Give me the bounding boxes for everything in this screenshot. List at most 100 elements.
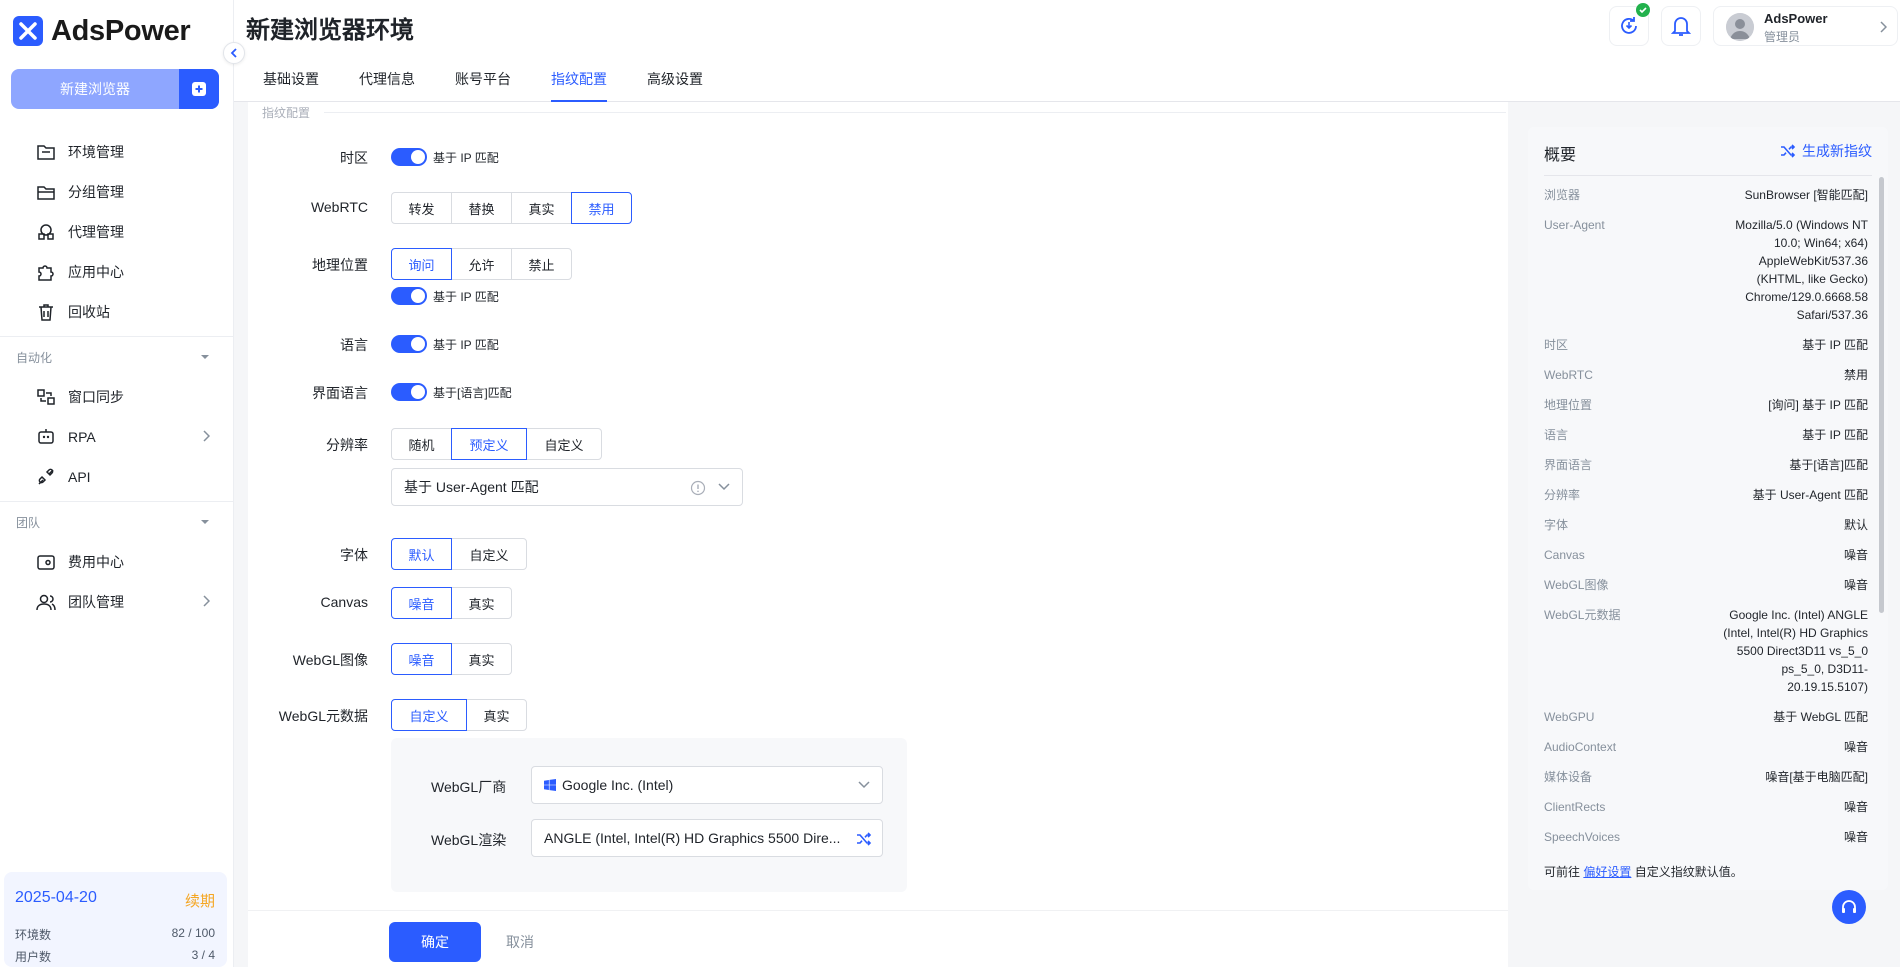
new-browser-label: 新建浏览器 [60, 81, 130, 97]
info-icon [690, 480, 706, 496]
resolution-option-predefined[interactable]: 预定义 [451, 428, 527, 460]
tab-advanced-settings[interactable]: 高级设置 [647, 69, 703, 102]
tab-bar: 基础设置 代理信息 账号平台 指纹配置 高级设置 [234, 56, 1900, 102]
font-label: 字体 [340, 547, 368, 563]
puzzle-icon [38, 265, 54, 281]
language-toggle[interactable] [391, 335, 427, 353]
webgl-renderer-value: ANGLE (Intel, Intel(R) HD Graphics 5500 … [544, 830, 841, 846]
summary-key: WebGL图像 [1544, 578, 1609, 592]
canvas-option-noise[interactable]: 噪音 [391, 587, 452, 619]
geo-option-block[interactable]: 禁止 [511, 248, 572, 280]
generate-fingerprint-button[interactable]: 生成新指纹 [1780, 141, 1872, 161]
summary-footer: 可前往 偏好设置 自定义指纹默认值。 [1544, 863, 1743, 880]
new-browser-button[interactable]: 新建浏览器 [11, 69, 219, 109]
webrtc-label: WebRTC [310, 199, 368, 215]
user-menu[interactable]: AdsPower 管理员 [1713, 6, 1898, 46]
summary-value: 基于[语言]匹配 [1789, 458, 1868, 472]
section-automation[interactable]: 自动化 [0, 337, 234, 377]
tab-account-platform[interactable]: 账号平台 [455, 69, 511, 102]
summary-title: 概要 [1544, 147, 1577, 164]
nav-label: 应用中心 [68, 264, 124, 280]
resolution-option-custom[interactable]: 自定义 [526, 428, 602, 460]
nav-recycle-bin[interactable]: 回收站 [0, 292, 234, 332]
nav-proxy-management[interactable]: 代理管理 [0, 212, 234, 252]
nav-env-management[interactable]: 环境管理 [0, 132, 234, 172]
renew-link[interactable]: 续期 [185, 890, 215, 911]
summary-key: 时区 [1544, 338, 1569, 352]
logo[interactable]: AdsPower [13, 14, 191, 48]
nav-rpa[interactable]: RPA [0, 417, 234, 457]
summary-value: 噪音 [1843, 830, 1868, 844]
resolution-select[interactable]: 基于 User-Agent 匹配 [391, 468, 743, 506]
tab-proxy-info[interactable]: 代理信息 [359, 69, 415, 102]
nav-group-management[interactable]: 分组管理 [0, 172, 234, 212]
nav-api[interactable]: API [0, 457, 234, 497]
ui-language-toggle[interactable] [391, 383, 427, 401]
section-label: 指纹配置 [262, 106, 311, 120]
section-team[interactable]: 团队 [0, 502, 234, 542]
webrtc-option-real[interactable]: 真实 [511, 192, 572, 224]
canvas-segmented: 噪音 真实 [391, 587, 512, 619]
font-option-default[interactable]: 默认 [391, 538, 452, 570]
summary-key: 媒体设备 [1544, 770, 1593, 784]
nav-team-management[interactable]: 团队管理 [0, 582, 234, 622]
cancel-button[interactable]: 取消 [506, 932, 534, 952]
section-title: 团队 [16, 515, 41, 530]
summary-value: 默认 [1843, 518, 1868, 532]
tab-fingerprint-config[interactable]: 指纹配置 [551, 69, 607, 102]
toggle-text: 基于 IP 匹配 [433, 337, 499, 352]
webgl-vendor-select[interactable]: Google Inc. (Intel) [531, 766, 883, 804]
summary-scrollbar[interactable] [1879, 177, 1884, 613]
confirm-button[interactable]: 确定 [389, 922, 481, 962]
webgl-meta-option-real[interactable]: 真实 [466, 699, 527, 731]
nav-app-center[interactable]: 应用中心 [0, 252, 234, 292]
avatar [1726, 13, 1754, 41]
summary-value: 基于 IP 匹配 [1802, 428, 1868, 442]
summary-value: 基于 User-Agent 匹配 [1752, 488, 1868, 502]
header: 新建浏览器环境 AdsPower 管理员 [234, 0, 1900, 56]
nav-label: API [68, 469, 91, 485]
shuffle-icon[interactable] [856, 831, 872, 847]
notifications-button[interactable] [1661, 6, 1701, 46]
chevron-down-icon [718, 483, 730, 491]
ui-language-label: 界面语言 [312, 385, 368, 401]
nav-billing[interactable]: 费用中心 [0, 542, 234, 582]
toggle-text: 基于[语言]匹配 [433, 385, 512, 400]
webgl-image-option-real[interactable]: 真实 [451, 643, 512, 675]
geolocation-toggle[interactable] [391, 287, 427, 305]
timezone-toggle-row: 基于 IP 匹配 [391, 148, 499, 166]
tab-basic-settings[interactable]: 基础设置 [263, 69, 319, 102]
summary-key: WebGPU [1544, 710, 1595, 724]
webrtc-option-replace[interactable]: 替换 [451, 192, 512, 224]
summary-value: 基于 IP 匹配 [1802, 338, 1868, 352]
nav-window-sync[interactable]: 窗口同步 [0, 377, 234, 417]
wallet-icon [37, 555, 55, 570]
bell-icon [1671, 17, 1691, 36]
add-icon [192, 82, 206, 96]
chevron-right-icon [1880, 21, 1887, 33]
webgl-vendor-value: Google Inc. (Intel) [562, 777, 674, 793]
timezone-toggle[interactable] [391, 148, 427, 166]
preferences-link[interactable]: 偏好设置 [1583, 865, 1631, 879]
resolution-option-random[interactable]: 随机 [391, 428, 452, 460]
support-button[interactable] [1832, 890, 1866, 924]
webgl-meta-option-custom[interactable]: 自定义 [391, 699, 467, 731]
language-label: 语言 [340, 337, 368, 353]
webgl-renderer-select[interactable]: ANGLE (Intel, Intel(R) HD Graphics 5500 … [531, 819, 883, 857]
nav-label: RPA [68, 429, 96, 445]
webgl-image-option-noise[interactable]: 噪音 [391, 643, 452, 675]
geo-option-allow[interactable]: 允许 [451, 248, 512, 280]
geo-option-ask[interactable]: 询问 [391, 248, 452, 280]
caret-down-icon [201, 520, 209, 524]
webrtc-option-forward[interactable]: 转发 [391, 192, 452, 224]
sidebar-collapse-button[interactable] [223, 42, 245, 64]
summary-key: WebGL元数据 [1544, 608, 1621, 622]
summary-key: ClientRects [1544, 800, 1606, 814]
canvas-option-real[interactable]: 真实 [451, 587, 512, 619]
font-option-custom[interactable]: 自定义 [451, 538, 527, 570]
update-button[interactable] [1609, 3, 1650, 46]
quick-add-button[interactable] [179, 69, 219, 109]
headset-icon [1842, 900, 1856, 913]
nav-label: 团队管理 [68, 594, 124, 610]
webrtc-option-disabled[interactable]: 禁用 [571, 192, 632, 224]
